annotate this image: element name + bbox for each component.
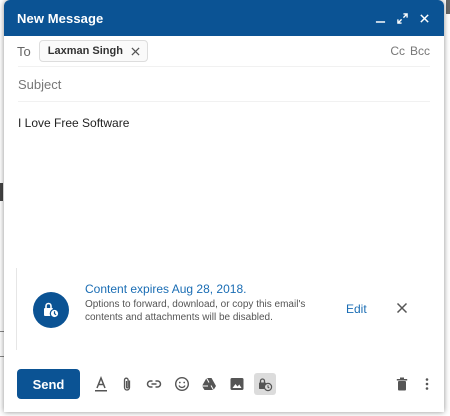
message-body[interactable]: I Love Free Software [18,116,430,130]
more-icon[interactable] [416,373,438,395]
subject-input[interactable] [18,76,430,92]
compose-title: New Message [17,10,104,26]
subject-row [18,67,430,102]
confidential-title: Content expires Aug 28, 2018. [85,282,247,296]
to-label: To [17,43,31,59]
cc-link[interactable]: Cc [390,44,405,58]
emoji-icon[interactable] [171,373,193,395]
confidential-mode-panel: Content expires Aug 28, 2018. Options to… [16,268,429,350]
expand-icon[interactable] [392,8,412,28]
minimize-icon[interactable] [370,8,390,28]
compose-window: New Message To Laxman Singh Cc Bcc I Lov… [4,0,444,412]
confidential-mode-icon[interactable] [254,373,276,395]
remove-recipient-icon[interactable] [129,44,143,58]
confidential-edit-link[interactable]: Edit [346,302,367,316]
trash-icon[interactable] [391,373,413,395]
close-icon[interactable] [414,8,434,28]
format-text-icon[interactable] [90,373,112,395]
background-page-fragment [446,0,450,14]
confidential-description: Options to forward, download, or copy th… [85,299,306,323]
cc-bcc-links: Cc Bcc [390,44,430,58]
compose-titlebar[interactable]: New Message [4,0,444,36]
confidential-close-icon[interactable] [394,300,410,316]
compose-toolbar: Send [4,366,444,402]
drive-icon[interactable] [198,373,220,395]
to-row: To Laxman Singh Cc Bcc [17,36,430,67]
bcc-link[interactable]: Bcc [410,44,430,58]
photo-icon[interactable] [226,373,248,395]
attach-icon[interactable] [116,373,138,395]
send-button[interactable]: Send [17,369,80,399]
confidential-lock-clock-icon [33,292,69,328]
background-page-fragment [0,183,3,201]
recipient-name: Laxman Singh [47,45,123,57]
link-icon[interactable] [143,373,165,395]
recipient-chip[interactable]: Laxman Singh [38,40,148,62]
